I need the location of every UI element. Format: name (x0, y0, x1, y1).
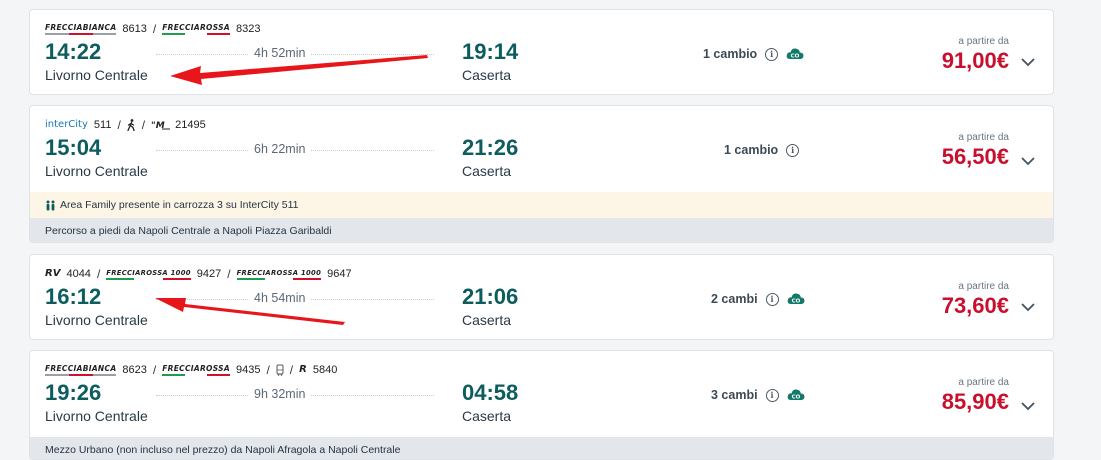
separator: / (141, 118, 146, 132)
regionale-veloce-logo: RV (45, 268, 61, 279)
separator: / (152, 22, 157, 36)
solution-card[interactable]: interCity 511 / / "M 21495 15:04 Livorno… (29, 105, 1054, 243)
svg-text:CO: CO (791, 299, 800, 305)
price-label: a partire da (958, 281, 1009, 292)
solution-card[interactable]: RV 4044 / FRECCIAROSSA 1000 9427 / FRECC… (29, 254, 1054, 340)
solution-card[interactable]: FRECCIABIANCA 8623 / FRECCIAROSSA 9435 /… (29, 350, 1054, 460)
co2-icon[interactable]: CO (787, 388, 805, 402)
chevron-down-icon[interactable] (1021, 299, 1035, 317)
duration: 9h 32min (248, 387, 312, 401)
family-icon (45, 200, 56, 211)
separator: / (152, 363, 157, 377)
departure-time: 19:26 (45, 380, 102, 405)
frecciarossa-logo: FRECCIAROSSA (162, 364, 230, 376)
chevron-down-icon[interactable] (1021, 398, 1035, 416)
arrival-time: 19:14 (462, 39, 519, 64)
bus-number: 21495 (175, 119, 206, 131)
train-list: FRECCIABIANCA 8613 / FRECCIAROSSA 8323 (45, 22, 260, 36)
train-number: 4044 (66, 268, 91, 280)
train-number: 9435 (235, 364, 261, 376)
train-number: 5840 (312, 364, 338, 376)
price-label: a partire da (958, 377, 1009, 388)
info-icon[interactable]: i (786, 143, 800, 157)
info-icon[interactable]: i (765, 292, 779, 306)
duration: 4h 54min (248, 291, 312, 305)
urban-bus-icon: "M (151, 119, 171, 131)
train-number: 8613 (122, 23, 147, 35)
note-text: Percorso a piedi da Napoli Centrale a Na… (45, 225, 332, 237)
co2-icon[interactable]: CO (787, 292, 805, 306)
arrival-time: 04:58 (462, 380, 519, 405)
info-icon[interactable]: i (765, 388, 779, 402)
info-icon[interactable]: i (765, 47, 779, 61)
duration: 6h 22min (248, 142, 312, 156)
arrival-time: 21:06 (462, 284, 519, 309)
departure-station: Livorno Centrale (45, 408, 148, 424)
price-label: a partire da (958, 132, 1009, 143)
changes-count: 1 cambio (703, 47, 758, 61)
price-label: a partire da (958, 36, 1009, 47)
walking-route-note: Percorso a piedi da Napoli Centrale a Na… (30, 218, 1053, 242)
changes-count: 1 cambio (724, 143, 779, 157)
note-text: Mezzo Urbano (non incluso nel prezzo) da… (45, 444, 401, 456)
frecciabianca-logo: FRECCIABIANCA (45, 364, 117, 376)
changes-info[interactable]: 3 cambi i CO (711, 388, 805, 402)
frecciarossa-1000-logo: FRECCIAROSSA 1000 (236, 269, 322, 280)
train-list: RV 4044 / FRECCIAROSSA 1000 9427 / FRECC… (45, 267, 352, 281)
solution-card[interactable]: FRECCIABIANCA 8613 / FRECCIAROSSA 8323 1… (29, 9, 1054, 95)
departure-station: Livorno Centrale (45, 67, 148, 83)
train-number: 8623 (122, 364, 147, 376)
changes-info[interactable]: 1 cambio i CO (703, 47, 804, 61)
train-number: 9647 (327, 268, 352, 280)
chevron-down-icon[interactable] (1021, 54, 1035, 72)
frecciarossa-logo: FRECCIAROSSA (162, 23, 230, 35)
train-list: interCity 511 / / "M 21495 (45, 118, 206, 132)
arrival-time: 21:26 (462, 135, 519, 160)
price: 73,60€ (941, 293, 1009, 318)
frecciabianca-logo: FRECCIABIANCA (45, 23, 117, 35)
price: 56,50€ (941, 144, 1009, 169)
departure-time: 15:04 (45, 135, 102, 160)
train-list: FRECCIABIANCA 8623 / FRECCIAROSSA 9435 /… (45, 363, 337, 377)
price: 85,90€ (941, 389, 1009, 414)
frecciarossa-1000-logo: FRECCIAROSSA 1000 (106, 269, 191, 280)
arrival-station: Caserta (462, 163, 512, 179)
departure-station: Livorno Centrale (45, 312, 148, 328)
arrival-station: Caserta (462, 67, 512, 83)
price: 91,00€ (941, 48, 1009, 73)
arrival-station: Caserta (462, 312, 512, 328)
svg-text:CO: CO (791, 395, 800, 401)
changes-info[interactable]: 1 cambio i (724, 143, 800, 157)
changes-info[interactable]: 2 cambi i CO (711, 292, 805, 306)
bus-icon (276, 364, 284, 376)
separator: / (266, 363, 270, 377)
train-number: 8323 (235, 23, 261, 35)
regionale-logo: R (299, 364, 307, 375)
separator: / (289, 363, 294, 377)
chevron-down-icon[interactable] (1021, 153, 1035, 171)
departure-station: Livorno Centrale (45, 163, 148, 179)
urban-transport-note: Mezzo Urbano (non incluso nel prezzo) da… (30, 437, 1053, 459)
co2-icon[interactable]: CO (786, 47, 804, 61)
train-number: 511 (93, 119, 112, 131)
changes-count: 3 cambi (711, 388, 758, 402)
arrival-station: Caserta (462, 408, 512, 424)
note-text: Area Family presente in carrozza 3 su In… (60, 199, 299, 211)
walk-icon (127, 119, 136, 131)
departure-time: 14:22 (45, 39, 102, 64)
changes-count: 2 cambi (711, 292, 758, 306)
family-area-note: Area Family presente in carrozza 3 su In… (30, 192, 1053, 218)
svg-text:CO: CO (791, 54, 800, 60)
separator: / (227, 267, 231, 281)
train-number: 9427 (196, 268, 222, 280)
separator: / (96, 267, 101, 281)
duration: 4h 52min (248, 46, 312, 60)
intercity-logo: interCity (45, 119, 88, 130)
separator: / (117, 118, 121, 132)
departure-time: 16:12 (45, 284, 102, 309)
